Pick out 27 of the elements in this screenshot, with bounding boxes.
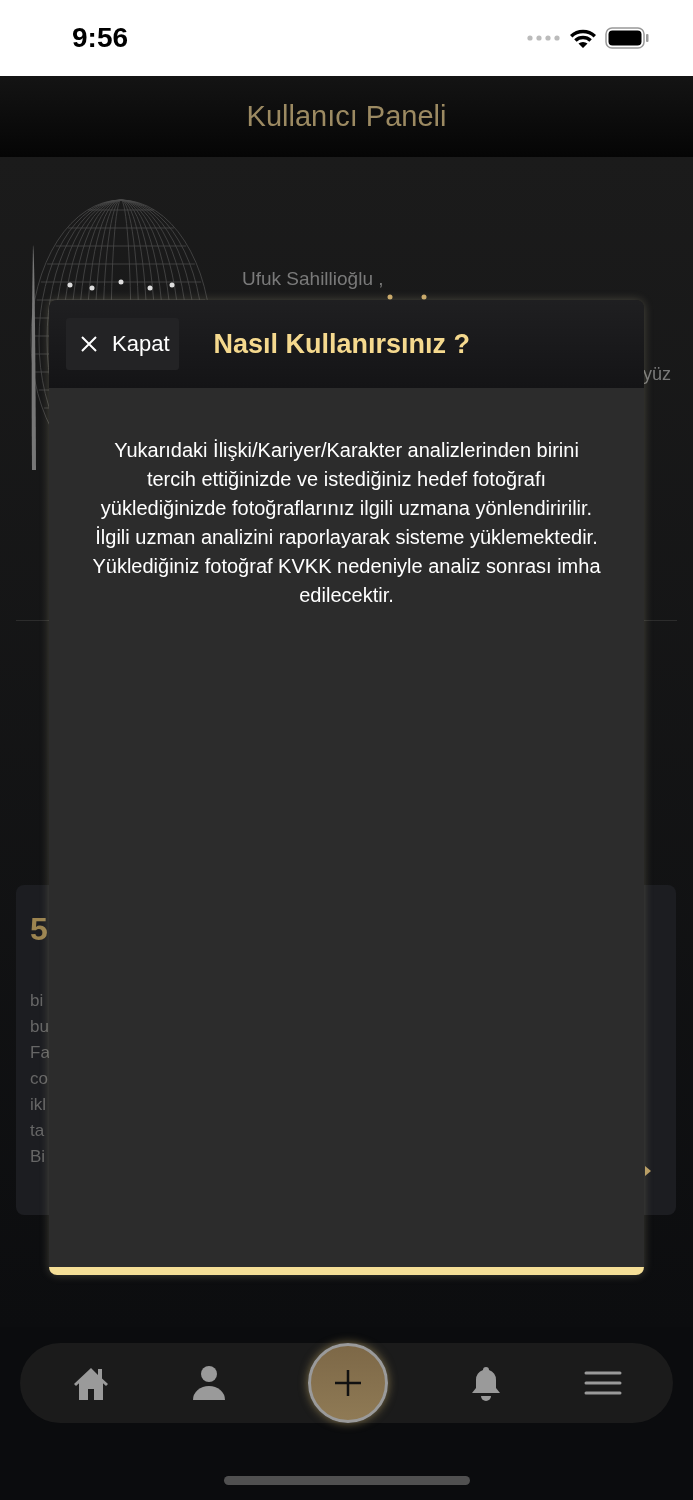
card-text: Bi — [30, 1146, 46, 1168]
page-title: Kullanıcı Paneli — [246, 100, 447, 133]
plus-icon — [333, 1368, 363, 1398]
dialog-title: Nasıl Kullanırsınız ? — [213, 328, 471, 360]
add-button[interactable] — [308, 1343, 388, 1423]
menu-icon[interactable] — [584, 1370, 622, 1396]
close-button[interactable]: Kapat — [66, 318, 179, 370]
card-text: Fa — [30, 1042, 50, 1064]
wifi-icon — [569, 28, 597, 48]
close-icon — [80, 335, 98, 353]
person-icon[interactable] — [192, 1365, 226, 1401]
profile-text: yüz — [643, 364, 671, 385]
card-text: ta — [30, 1120, 45, 1142]
card-text: bi — [30, 990, 44, 1012]
loading-dots-icon — [387, 294, 427, 300]
clock-time: 9:56 — [72, 22, 129, 54]
card-number: 5 — [30, 911, 48, 948]
user-name: Ufuk Sahillioğlu , — [242, 268, 384, 290]
card-text: bu — [30, 1016, 49, 1038]
signal-icon — [527, 34, 561, 42]
home-icon[interactable] — [72, 1365, 110, 1401]
card-text: co — [30, 1068, 48, 1090]
chevron-right-icon[interactable] — [644, 1165, 652, 1177]
card-text: ikl — [30, 1094, 47, 1116]
battery-icon — [605, 27, 649, 49]
bell-icon[interactable] — [470, 1365, 502, 1401]
dialog-text: Yukarıdaki İlişki/Kariyer/Karakter analizlerinden birini tercih ettiğinizde ve istediğiniz hedef fotoğrafı yüklediğinizde fotoğraflarınız ilgili uzmana yönlendiririlir. İlgili uzman analizini raporlayarak sisteme yüklemektedir. Yüklediğiniz fotoğraf KVKK nedeniyle analiz sonrası imha edilecektir. — [91, 438, 602, 608]
